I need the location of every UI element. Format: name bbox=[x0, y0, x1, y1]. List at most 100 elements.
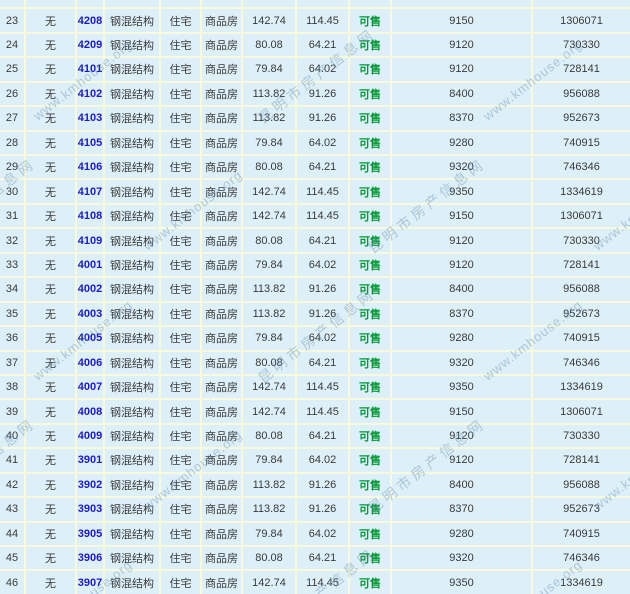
cell-status: 可售 bbox=[350, 229, 392, 251]
cell-attr: 无 bbox=[26, 327, 77, 349]
cell-room[interactable]: 4003 bbox=[77, 303, 105, 325]
cell-attr: 无 bbox=[26, 352, 77, 374]
room-number-link[interactable]: 4108 bbox=[78, 210, 102, 222]
cell-room[interactable]: 4002 bbox=[77, 278, 105, 300]
cell-room[interactable]: 3907 bbox=[77, 571, 105, 593]
status-badge: 可售 bbox=[359, 379, 381, 395]
text-structure: 钢混结构 bbox=[110, 526, 154, 542]
cell-room[interactable]: 4107 bbox=[77, 180, 105, 202]
text-build_area: 80.08 bbox=[255, 430, 283, 442]
text-build_area: 79.84 bbox=[255, 63, 283, 75]
room-number-link[interactable]: 4107 bbox=[78, 186, 102, 198]
text-inner_area: 64.02 bbox=[309, 454, 337, 466]
cell-room[interactable]: 4209 bbox=[77, 34, 105, 56]
cell-row_no: 27 bbox=[0, 107, 26, 129]
text-house_type: 商品房 bbox=[205, 355, 238, 371]
text-row_no: 33 bbox=[6, 259, 18, 271]
text-unit_price: 9320 bbox=[449, 161, 473, 173]
cell-house_type: 商品房 bbox=[202, 58, 243, 80]
cell-room[interactable]: 4007 bbox=[77, 376, 105, 398]
cell-room[interactable]: 4101 bbox=[77, 58, 105, 80]
cell-row_no: 34 bbox=[0, 278, 26, 300]
cell-room[interactable]: 4008 bbox=[77, 400, 105, 422]
room-number-link[interactable]: 4001 bbox=[78, 259, 102, 271]
cell-usage: 住宅 bbox=[161, 132, 202, 154]
room-number-link[interactable]: 3901 bbox=[78, 454, 102, 466]
room-number-link[interactable]: 4105 bbox=[78, 137, 102, 149]
text-house_type: 商品房 bbox=[205, 135, 238, 151]
cell-house_type: 商品房 bbox=[202, 303, 243, 325]
cell-total_price: 1306071 bbox=[533, 400, 630, 422]
cell-total_price: 740915 bbox=[533, 327, 630, 349]
room-number-link[interactable]: 4103 bbox=[78, 112, 102, 124]
text-attr: 无 bbox=[45, 159, 56, 175]
cell-room[interactable]: 3902 bbox=[77, 474, 105, 496]
room-number-link[interactable]: 4009 bbox=[78, 430, 102, 442]
text-house_type: 商品房 bbox=[205, 184, 238, 200]
cell-attr: 无 bbox=[26, 83, 77, 105]
cell-room[interactable]: 3903 bbox=[77, 498, 105, 520]
cell-status: 可售 bbox=[350, 571, 392, 593]
cell-row_no: 26 bbox=[0, 83, 26, 105]
cell-row_no: 42 bbox=[0, 474, 26, 496]
cell-house_type: 商品房 bbox=[202, 474, 243, 496]
room-number-link[interactable]: 4208 bbox=[78, 15, 102, 27]
cell-room[interactable]: 4102 bbox=[77, 83, 105, 105]
room-number-link[interactable]: 3907 bbox=[78, 577, 102, 589]
cell-room[interactable]: 4109 bbox=[77, 229, 105, 251]
cell-room[interactable]: 4105 bbox=[77, 132, 105, 154]
cell-unit_price: 9320 bbox=[392, 352, 533, 374]
text-structure: 钢混结构 bbox=[110, 306, 154, 322]
cell-room[interactable]: 4009 bbox=[77, 425, 105, 447]
cell-structure: 钢混结构 bbox=[105, 523, 161, 545]
room-number-link[interactable]: 4109 bbox=[78, 235, 102, 247]
room-number-link[interactable]: 4106 bbox=[78, 161, 102, 173]
cell-attr: 无 bbox=[26, 425, 77, 447]
text-structure: 钢混结构 bbox=[110, 110, 154, 126]
cell-build_area: 142.74 bbox=[243, 9, 297, 31]
cell-room[interactable]: 4005 bbox=[77, 327, 105, 349]
room-number-link[interactable]: 4008 bbox=[78, 406, 102, 418]
room-number-link[interactable]: 3902 bbox=[78, 479, 102, 491]
status-badge: 可售 bbox=[359, 184, 381, 200]
room-number-link[interactable]: 4209 bbox=[78, 39, 102, 51]
text-unit_price: 8400 bbox=[449, 479, 473, 491]
cell-room[interactable]: 4006 bbox=[77, 352, 105, 374]
cell-status: 可售 bbox=[350, 425, 392, 447]
cell-room[interactable]: 3901 bbox=[77, 449, 105, 471]
room-number-link[interactable]: 4006 bbox=[78, 357, 102, 369]
cell-unit_price: 9320 bbox=[392, 156, 533, 178]
text-house_type: 商品房 bbox=[205, 575, 238, 591]
room-number-link[interactable]: 3906 bbox=[78, 552, 102, 564]
room-number-link[interactable]: 3905 bbox=[78, 528, 102, 540]
cell-usage: 住宅 bbox=[161, 498, 202, 520]
cell-inner_area: 91.26 bbox=[297, 83, 350, 105]
cell-total_price: 746346 bbox=[533, 352, 630, 374]
cell-room[interactable]: 4103 bbox=[77, 107, 105, 129]
room-number-link[interactable]: 4007 bbox=[78, 381, 102, 393]
room-number-link[interactable]: 4002 bbox=[78, 283, 102, 295]
room-number-link[interactable]: 4102 bbox=[78, 88, 102, 100]
cell-room[interactable]: 4001 bbox=[77, 254, 105, 276]
room-number-link[interactable]: 4101 bbox=[78, 63, 102, 75]
cell-room[interactable]: 4106 bbox=[77, 156, 105, 178]
cell-status: 可售 bbox=[350, 205, 392, 227]
room-number-link[interactable]: 4005 bbox=[78, 332, 102, 344]
text-structure: 钢混结构 bbox=[110, 477, 154, 493]
text-unit_price: 9120 bbox=[449, 430, 473, 442]
cell-structure: 钢混结构 bbox=[105, 425, 161, 447]
cell-house_type: 商品房 bbox=[202, 547, 243, 569]
cell-status: 可售 bbox=[350, 352, 392, 374]
text-inner_area: 64.02 bbox=[309, 259, 337, 271]
room-number-link[interactable]: 3903 bbox=[78, 503, 102, 515]
cell-room[interactable]: 4208 bbox=[77, 9, 105, 31]
cell-room[interactable]: 3906 bbox=[77, 547, 105, 569]
room-number-link[interactable]: 4003 bbox=[78, 308, 102, 320]
cell-usage: 住宅 bbox=[161, 474, 202, 496]
cell-total_price: 1334619 bbox=[533, 571, 630, 593]
cell-room[interactable]: 3905 bbox=[77, 523, 105, 545]
text-attr: 无 bbox=[45, 575, 56, 591]
cell-unit_price: 9150 bbox=[392, 205, 533, 227]
cell-room[interactable]: 4108 bbox=[77, 205, 105, 227]
text-attr: 无 bbox=[45, 379, 56, 395]
